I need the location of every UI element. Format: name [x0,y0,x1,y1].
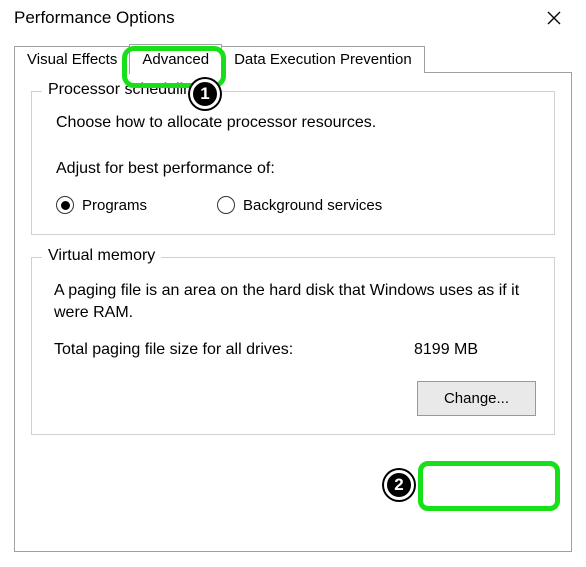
tab-panel-advanced: Processor scheduling Choose how to alloc… [14,72,572,552]
tab-dep[interactable]: Data Execution Prevention [221,46,425,73]
annotation-step-1: 1 [190,79,220,109]
processor-desc: Choose how to allocate processor resourc… [56,114,536,132]
virtual-memory-desc: A paging file is an area on the hard dis… [54,280,536,325]
radio-background-label: Background services [243,197,382,214]
annotation-step-2: 2 [384,470,414,500]
tab-visual-effects[interactable]: Visual Effects [14,46,130,73]
window-title: Performance Options [14,8,175,28]
tab-strip: Visual Effects Advanced Data Execution P… [14,44,572,73]
tab-advanced[interactable]: Advanced [129,44,222,74]
close-button[interactable] [534,2,574,34]
group-title-virtual-memory: Virtual memory [42,247,161,265]
vm-total-label: Total paging file size for all drives: [54,341,414,359]
radio-programs[interactable]: Programs [56,196,147,214]
radio-icon [217,196,235,214]
radio-background-services[interactable]: Background services [217,196,382,214]
change-button[interactable]: Change... [417,381,536,416]
radio-icon [56,196,74,214]
vm-total-value: 8199 MB [414,341,478,359]
group-title-processor: Processor scheduling [42,81,207,99]
group-processor-scheduling: Processor scheduling Choose how to alloc… [31,91,555,235]
close-icon [547,11,561,25]
radio-programs-label: Programs [82,197,147,214]
processor-adjust-label: Adjust for best performance of: [56,160,536,178]
group-virtual-memory: Virtual memory A paging file is an area … [31,257,555,435]
